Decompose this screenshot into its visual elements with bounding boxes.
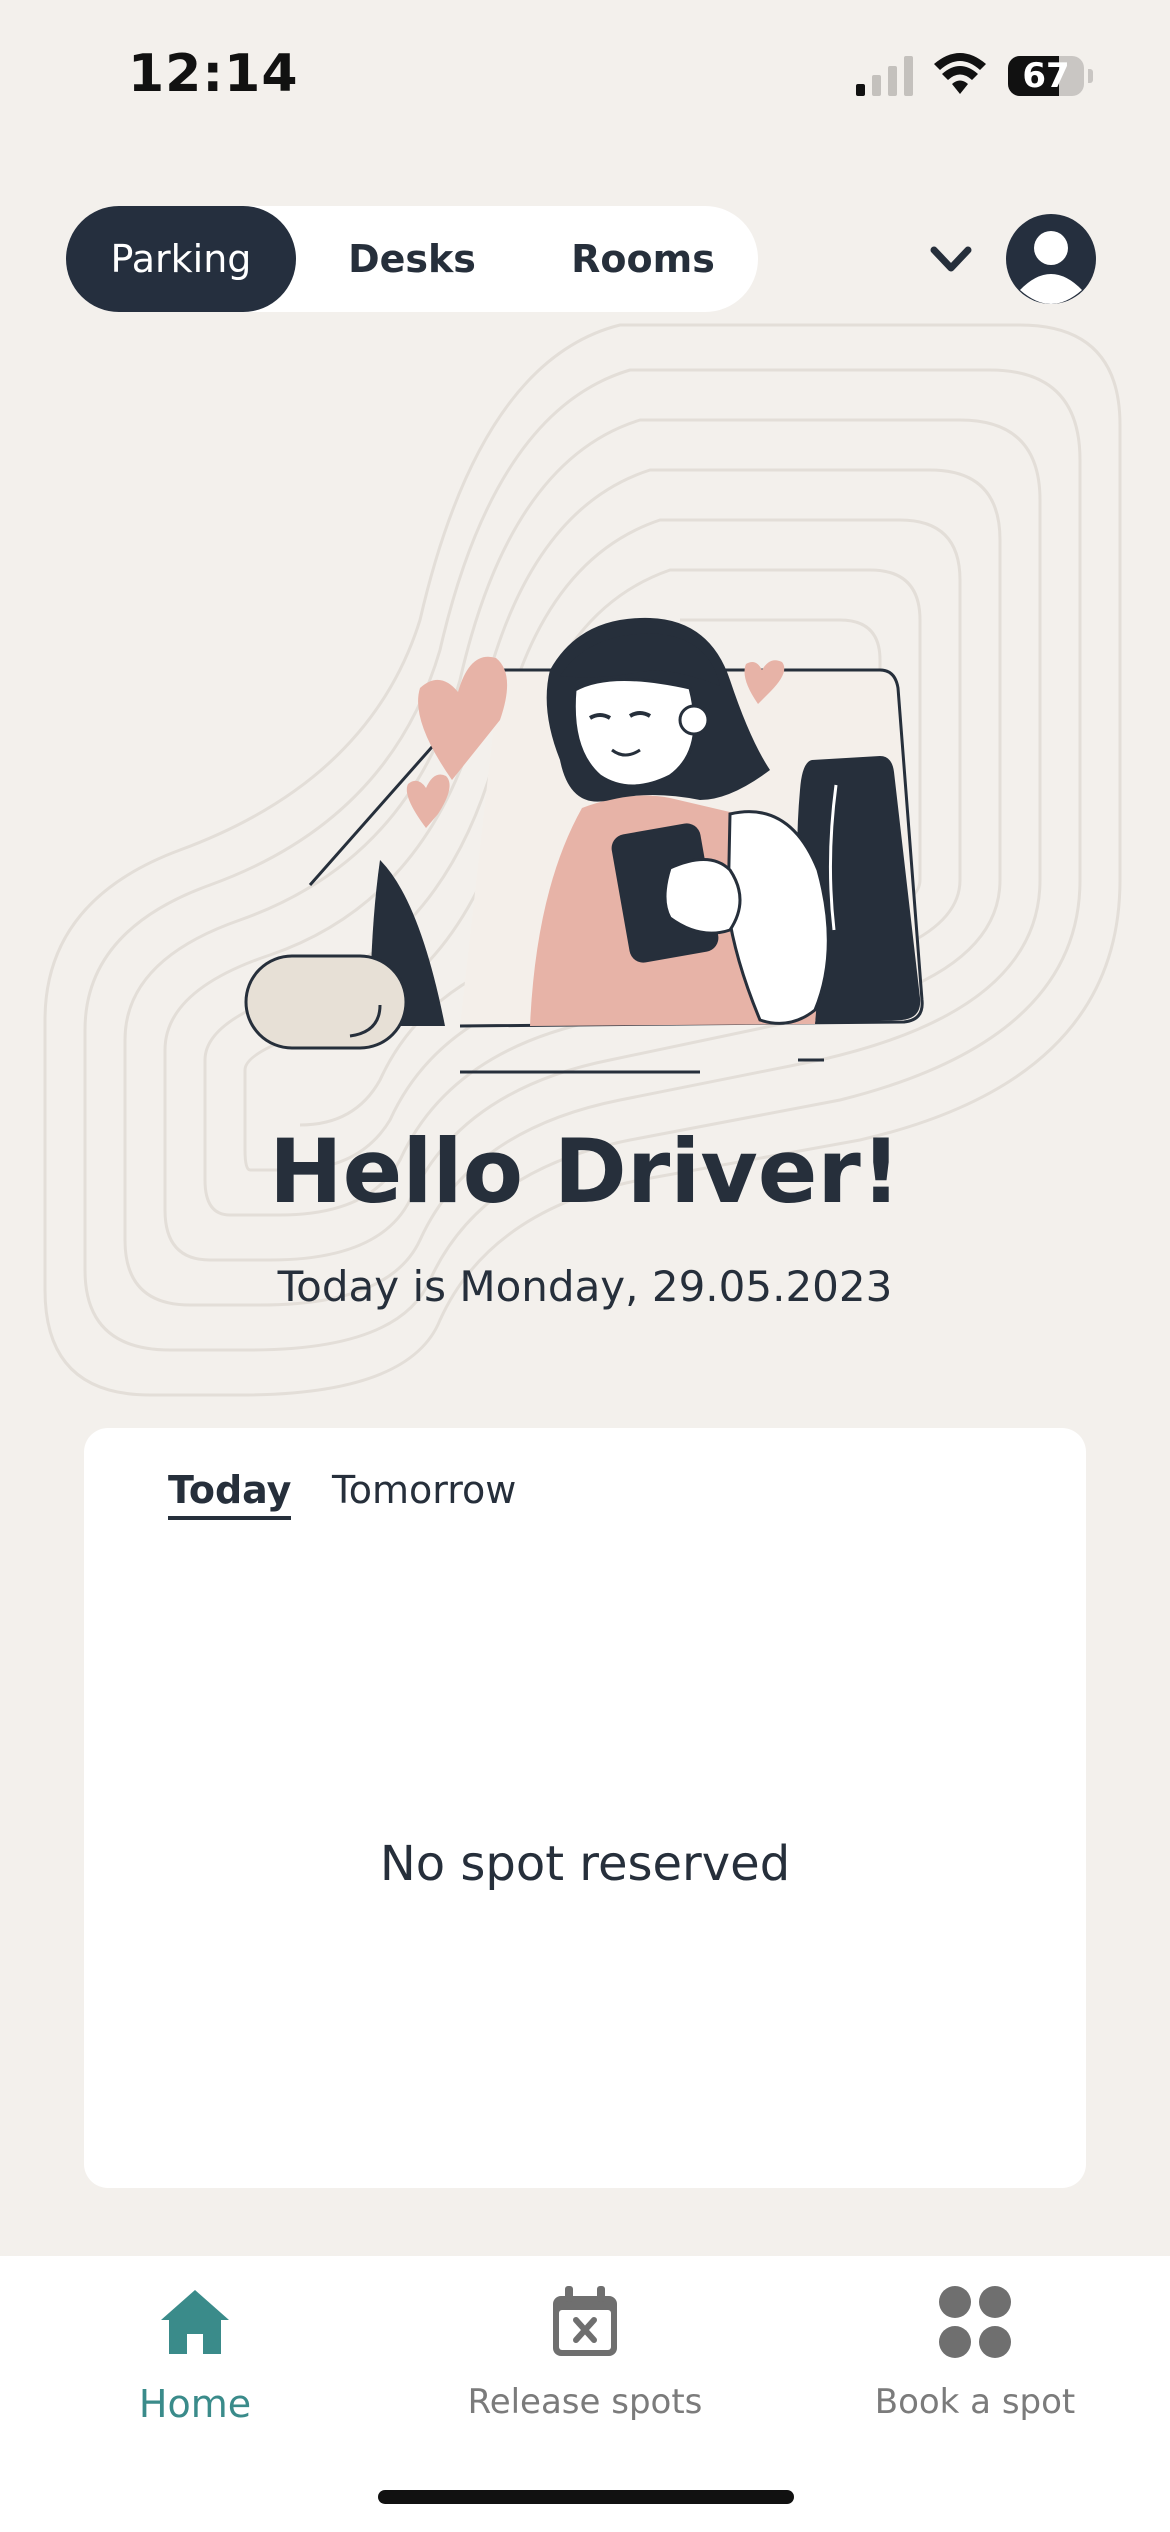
tab-rooms[interactable]: Rooms (528, 206, 758, 312)
driver-illustration (244, 617, 924, 1074)
status-bar: 12:14 67 (0, 0, 1170, 160)
calendar-x-icon (553, 2286, 617, 2356)
nav-book-spot[interactable]: Book a spot (780, 2284, 1170, 2434)
status-time: 12:14 (128, 44, 299, 104)
grid-dots-icon (939, 2286, 1011, 2358)
greeting-title: Hello Driver! (269, 1120, 901, 1223)
battery-level: 67 (1022, 56, 1070, 96)
app-screen: 12:14 67 Parking Desks Rooms Hello Drive… (0, 0, 1170, 2532)
empty-reservation-message: No spot reserved (379, 1836, 791, 1892)
reservation-card: Today Tomorrow No spot reserved (84, 1428, 1086, 2188)
nav-book-label: Book a spot (874, 2382, 1076, 2422)
resource-type-switcher: Parking Desks Rooms (66, 206, 758, 312)
home-icon (161, 2290, 229, 2354)
wifi-icon (934, 53, 986, 94)
nav-home-label: Home (138, 2382, 252, 2426)
current-date-text: Today is Monday, 29.05.2023 (277, 1262, 893, 1311)
tab-parking[interactable]: Parking (66, 206, 296, 312)
nav-home[interactable]: Home (0, 2284, 390, 2434)
nav-release-label: Release spots (467, 2382, 703, 2422)
user-icon (1020, 231, 1082, 304)
profile-avatar[interactable] (1006, 214, 1096, 304)
signal-icon (856, 56, 913, 96)
nav-release-spots[interactable]: Release spots (390, 2284, 780, 2434)
tab-desks[interactable]: Desks (296, 206, 528, 312)
chevron-down-icon[interactable] (926, 238, 976, 282)
tab-tomorrow[interactable]: Tomorrow (332, 1468, 516, 1512)
battery-icon: 67 (1008, 56, 1093, 96)
home-indicator (378, 2490, 794, 2504)
tab-today[interactable]: Today (168, 1468, 292, 1520)
